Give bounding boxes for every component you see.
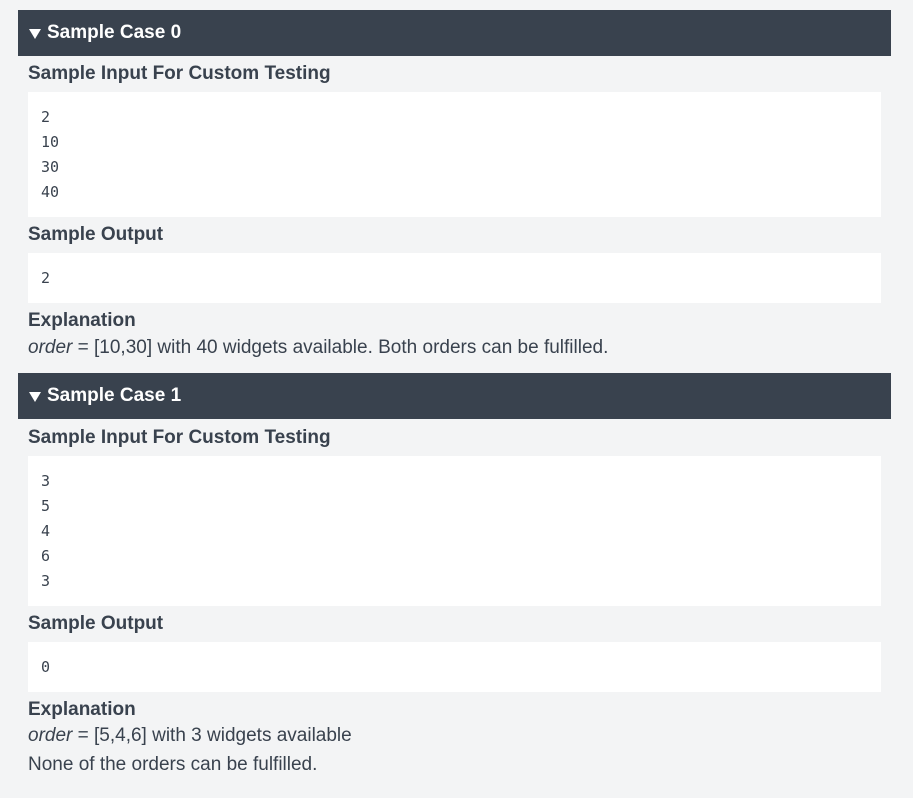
explanation-heading: Explanation [28,310,136,331]
input-line: 2 [41,108,51,126]
sample-case-1-title: Sample Case 1 [47,385,182,406]
explanation-italic: order [28,725,73,746]
input-line: 3 [41,572,51,590]
input-line: 40 [41,183,60,201]
input-line: 10 [41,133,60,151]
input-line: 30 [41,158,60,176]
explanation-italic: order [28,337,73,358]
sample-input-heading: Sample Input For Custom Testing [28,427,331,448]
explanation-rest: = [10,30] with 40 widgets available. Bot… [72,337,609,358]
explanation-text: order = [10,30] with 40 widgets availabl… [28,337,608,359]
input-line: 3 [41,472,51,490]
input-line: 5 [41,497,51,515]
sample-input-box: 3 5 4 6 3 [28,456,881,606]
sample-output-box: 2 [28,253,881,303]
sample-input-heading: Sample Input For Custom Testing [28,63,331,84]
sample-case-1-header[interactable]: Sample Case 1 [18,373,891,419]
sample-case-0-header[interactable]: Sample Case 0 [18,10,891,56]
sample-output-heading: Sample Output [28,613,164,634]
output-line: 0 [41,658,51,676]
sample-input-box: 2 10 30 40 [28,92,881,217]
sample-output-box: 0 [28,642,881,692]
output-line: 2 [41,269,51,287]
sample-case-1: Sample Case 1 Sample Input For Custom Te… [18,373,891,793]
explanation-text: None of the orders can be fulfilled. [28,754,317,776]
sample-case-0: Sample Case 0 Sample Input For Custom Te… [18,10,891,362]
input-line: 6 [41,547,51,565]
explanation-rest: = [5,4,6] with 3 widgets available [72,725,352,746]
explanation-text: order = [5,4,6] with 3 widgets available [28,725,352,747]
input-line: 4 [41,522,51,540]
caret-down-icon [29,391,41,402]
sample-output-heading: Sample Output [28,224,164,245]
sample-case-0-title: Sample Case 0 [47,22,182,43]
explanation-rest: None of the orders can be fulfilled. [28,754,318,775]
caret-down-icon [29,28,41,39]
explanation-heading: Explanation [28,699,136,720]
